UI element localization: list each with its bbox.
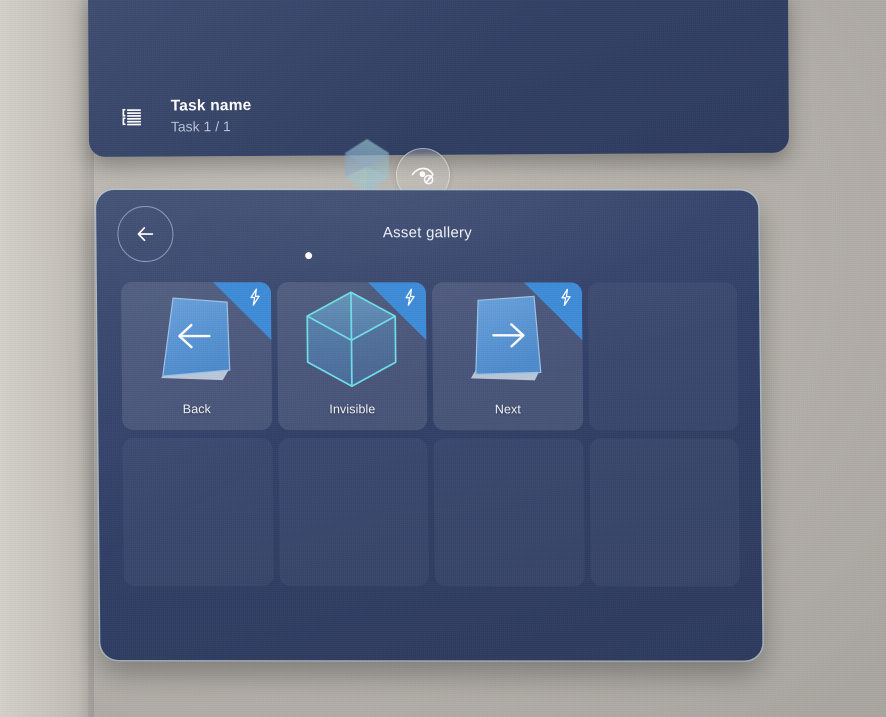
- page-indicator[interactable]: [305, 252, 313, 260]
- asset-thumbnail: [121, 290, 271, 386]
- wireframe-cube-icon: [306, 291, 397, 388]
- asset-thumbnail: [432, 290, 582, 386]
- asset-label: Invisible: [329, 402, 376, 417]
- passthrough-scene: Task name Task 1 / 1 Asset gallery Back …: [0, 0, 886, 717]
- gallery-header: Asset gallery: [96, 190, 759, 279]
- task-panel: Task name Task 1 / 1: [88, 0, 789, 157]
- gallery-title: Asset gallery: [382, 224, 473, 242]
- eye-off-icon: [411, 167, 434, 185]
- asset-cell-empty: [588, 438, 740, 587]
- asset-cell-back[interactable]: Back: [120, 282, 272, 431]
- card-arrow-right-icon: [470, 295, 542, 381]
- asset-label: Next: [494, 402, 521, 417]
- card-arrow-left-icon: [160, 297, 231, 381]
- task-text-block: Task name Task 1 / 1: [171, 97, 252, 134]
- task-list-icon: [122, 108, 142, 125]
- gem-crystal-icon[interactable]: [341, 137, 393, 195]
- asset-thumbnail: [276, 290, 426, 388]
- asset-cell-empty: [433, 438, 585, 587]
- asset-cell-empty: [122, 438, 274, 587]
- page-dot[interactable]: [305, 252, 313, 260]
- task-summary-row[interactable]: Task name Task 1 / 1: [121, 97, 252, 135]
- asset-gallery-panel: Asset gallery Back Invisible Next: [96, 190, 763, 661]
- asset-cell-empty: [277, 438, 429, 587]
- asset-cell-next[interactable]: Next: [431, 282, 583, 431]
- asset-label: Back: [182, 402, 212, 417]
- asset-cell-invisible[interactable]: Invisible: [276, 282, 428, 431]
- asset-grid: Back Invisible Next: [120, 282, 740, 587]
- asset-cell-empty: [587, 282, 739, 431]
- task-progress: Task 1 / 1: [170, 118, 231, 135]
- task-title: Task name: [170, 97, 252, 115]
- wall-left-surface: [0, 0, 88, 717]
